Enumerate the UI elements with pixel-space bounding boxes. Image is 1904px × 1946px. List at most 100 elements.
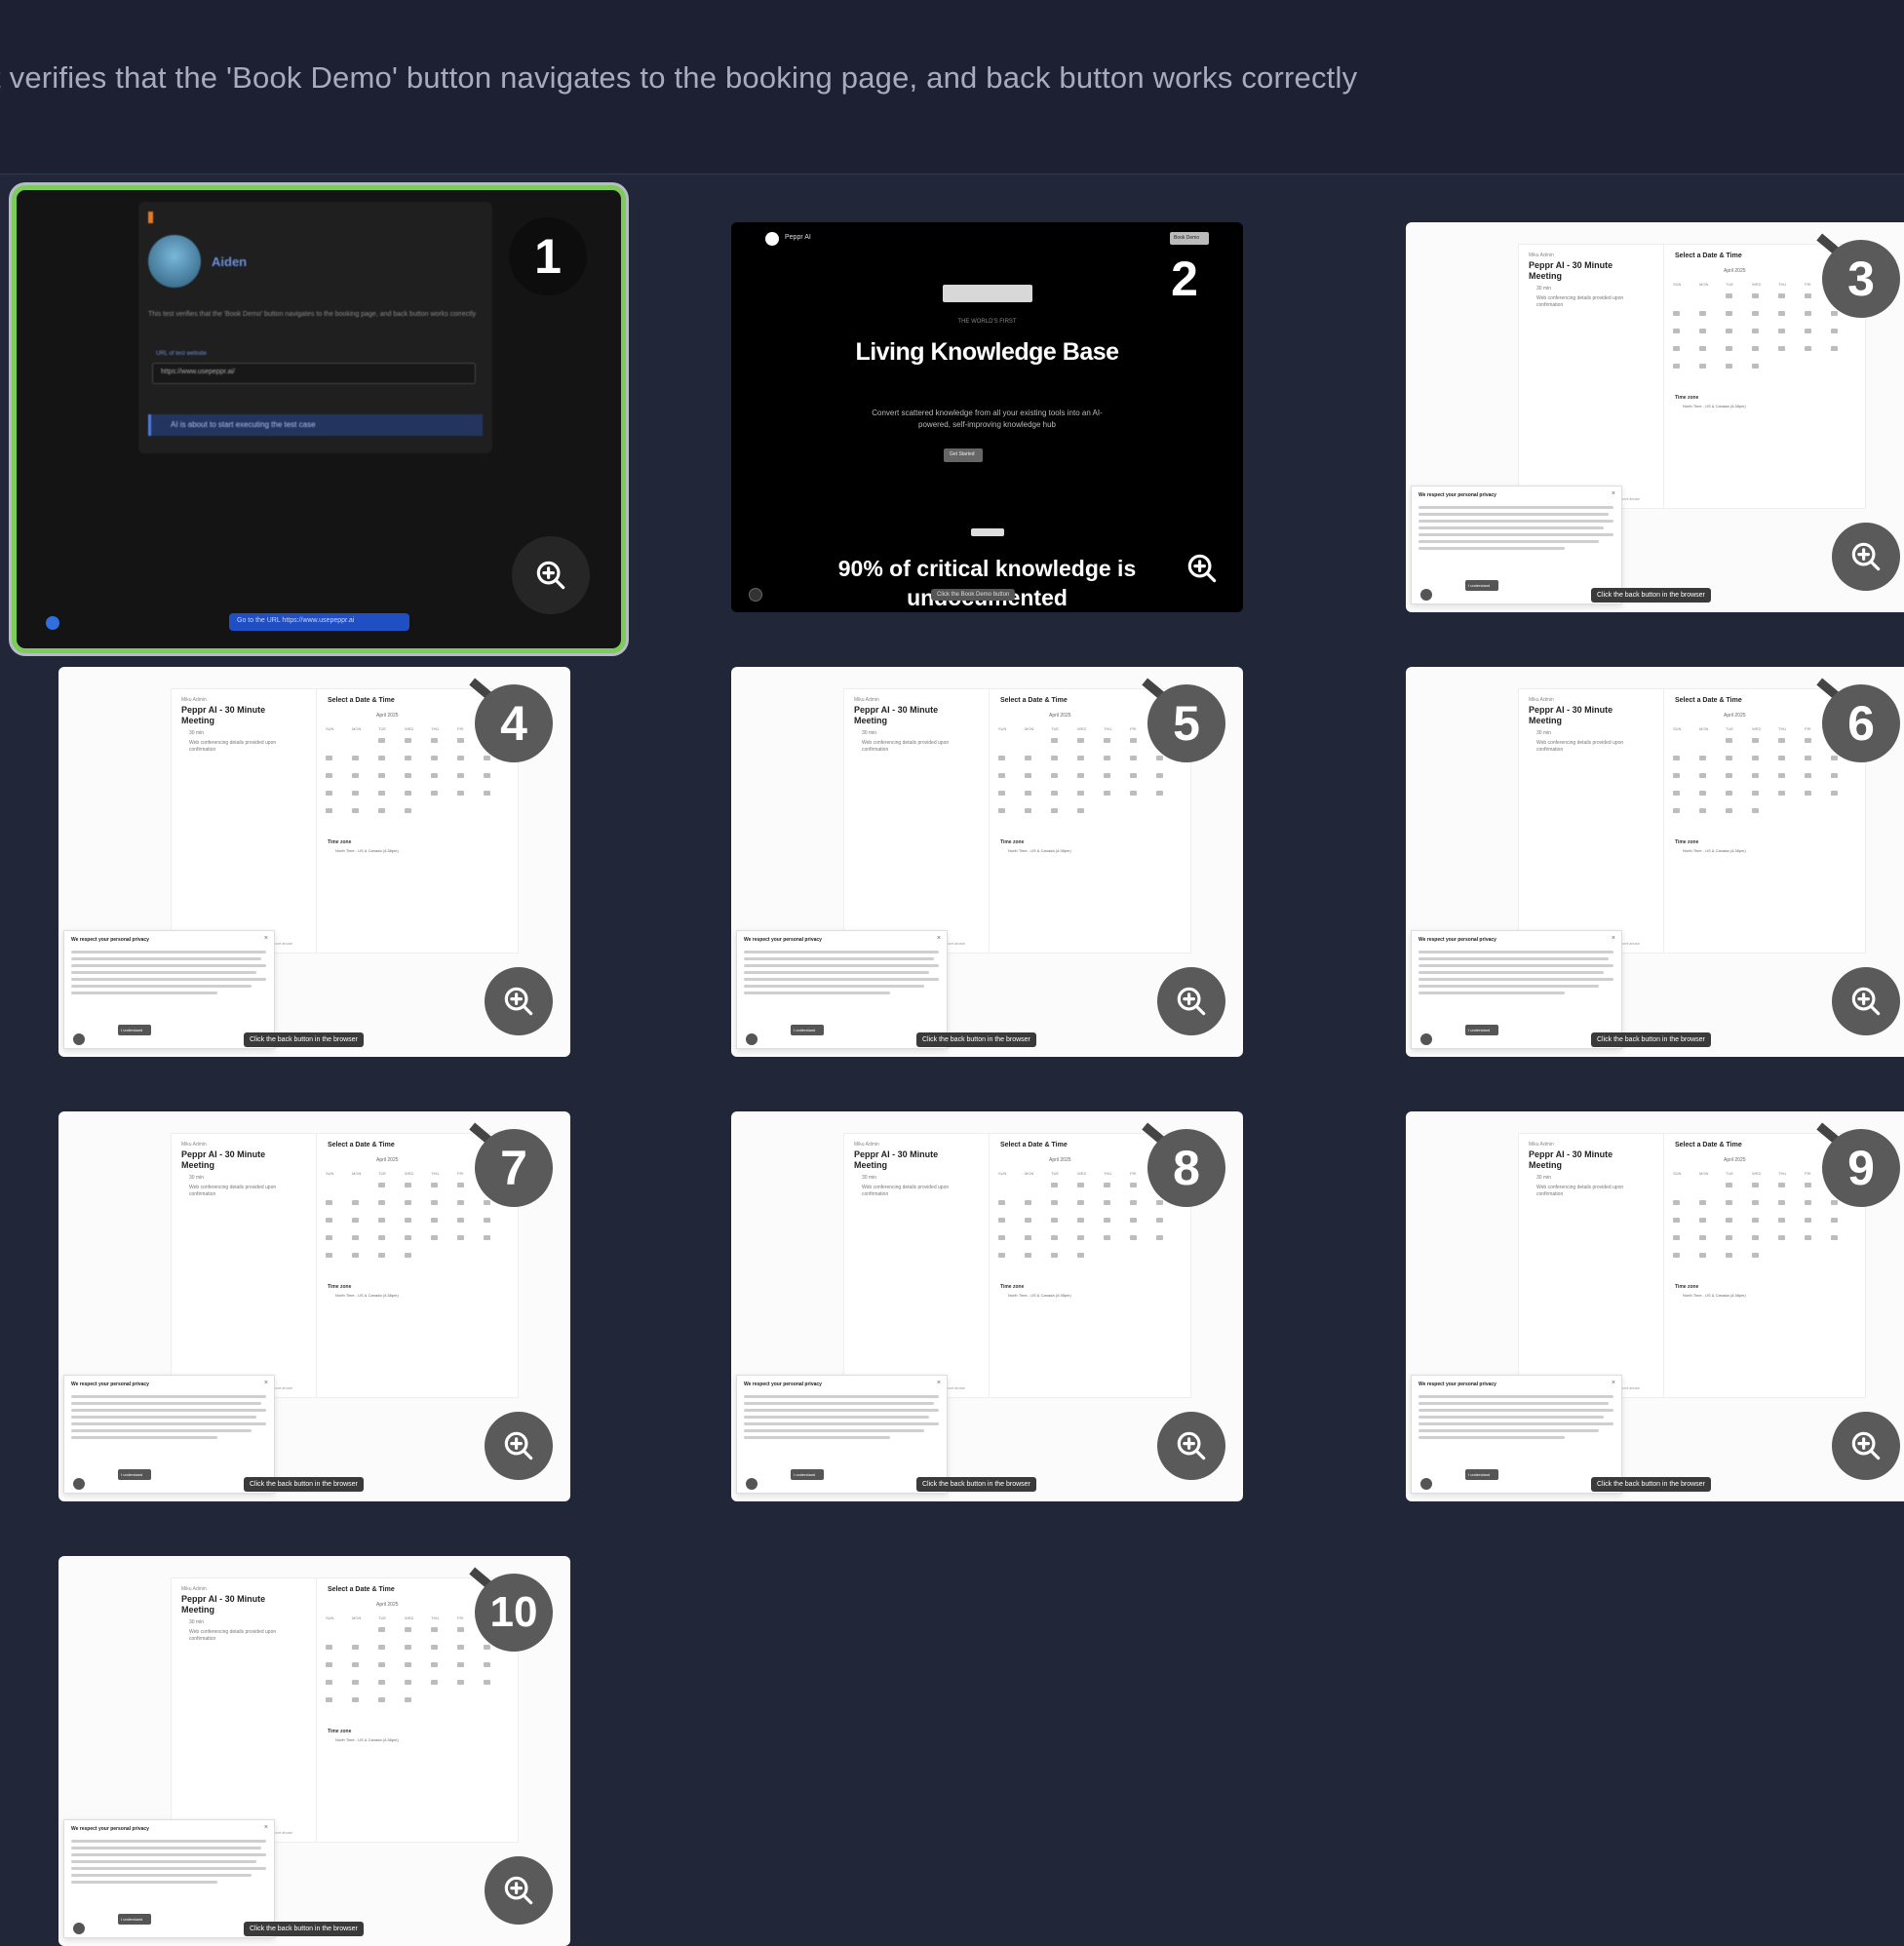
cookie-understand-button[interactable]: I understand bbox=[791, 1469, 824, 1480]
calendar-day[interactable] bbox=[1831, 773, 1838, 778]
calendar-day[interactable] bbox=[1805, 756, 1811, 760]
calendar-day[interactable] bbox=[1077, 791, 1084, 796]
calendar-day[interactable] bbox=[378, 1218, 385, 1223]
calendar-day[interactable] bbox=[1778, 791, 1785, 796]
calendar-day[interactable] bbox=[352, 1697, 359, 1702]
calendar-day[interactable] bbox=[1805, 329, 1811, 333]
calendar-day[interactable] bbox=[1156, 1200, 1163, 1205]
calendar-day[interactable] bbox=[1831, 1218, 1838, 1223]
calendar-day[interactable] bbox=[1104, 1218, 1110, 1223]
calendar-day[interactable] bbox=[457, 1183, 464, 1187]
timezone-value[interactable]: North Time - US & Canada (4:38pm) bbox=[1683, 1293, 1746, 1298]
calendar-day[interactable] bbox=[1805, 346, 1811, 351]
calendar-day[interactable] bbox=[1156, 791, 1163, 796]
calendar-day[interactable] bbox=[1752, 808, 1759, 813]
calendar-day[interactable] bbox=[405, 1662, 411, 1667]
zoom-icon[interactable] bbox=[485, 1412, 553, 1480]
calendar-day[interactable] bbox=[326, 1235, 332, 1240]
calendar-day[interactable] bbox=[457, 756, 464, 760]
calendar-day[interactable] bbox=[1077, 773, 1084, 778]
cookie-understand-button[interactable]: I understand bbox=[1465, 580, 1498, 591]
calendar-day[interactable] bbox=[1673, 773, 1680, 778]
calendar-day[interactable] bbox=[1025, 791, 1031, 796]
calendar-day[interactable] bbox=[326, 791, 332, 796]
calendar-day[interactable] bbox=[1699, 346, 1706, 351]
calendar-day[interactable] bbox=[1051, 1218, 1058, 1223]
close-icon[interactable]: × bbox=[1612, 935, 1615, 942]
calendar-day[interactable] bbox=[431, 1645, 438, 1650]
calendar-day[interactable] bbox=[1077, 1253, 1084, 1258]
calendar-day[interactable] bbox=[431, 738, 438, 743]
calendar-day[interactable] bbox=[1699, 756, 1706, 760]
zoom-icon[interactable] bbox=[485, 967, 553, 1035]
calendar-day[interactable] bbox=[1699, 791, 1706, 796]
calendar-day[interactable] bbox=[484, 756, 490, 760]
calendar-day[interactable] bbox=[1831, 346, 1838, 351]
calendar-day[interactable] bbox=[1051, 791, 1058, 796]
calendar-day[interactable] bbox=[378, 1662, 385, 1667]
calendar-day[interactable] bbox=[1699, 1200, 1706, 1205]
calendar-day[interactable] bbox=[1726, 1200, 1732, 1205]
calendar-day[interactable] bbox=[1673, 364, 1680, 369]
calendar-day[interactable] bbox=[405, 738, 411, 743]
calendar-day[interactable] bbox=[1051, 738, 1058, 743]
zoom-icon[interactable] bbox=[1832, 523, 1900, 591]
calendar-day[interactable] bbox=[431, 1680, 438, 1685]
calendar-day[interactable] bbox=[352, 756, 359, 760]
calendar-day[interactable] bbox=[1805, 1218, 1811, 1223]
zoom-icon[interactable] bbox=[1832, 1412, 1900, 1480]
calendar-day[interactable] bbox=[484, 1218, 490, 1223]
calendar-day[interactable] bbox=[1025, 1200, 1031, 1205]
calendar-day[interactable] bbox=[1104, 1235, 1110, 1240]
calendar-day[interactable] bbox=[457, 1645, 464, 1650]
zoom-icon[interactable] bbox=[485, 1856, 553, 1925]
help-icon[interactable] bbox=[46, 616, 59, 630]
calendar-day[interactable] bbox=[405, 791, 411, 796]
calendar-day[interactable] bbox=[1726, 756, 1732, 760]
close-icon[interactable]: × bbox=[937, 1380, 941, 1386]
step-card-3[interactable]: Miku Admin Peppr AI - 30 Minute Meeting … bbox=[1406, 222, 1904, 612]
calendar-day[interactable] bbox=[1752, 756, 1759, 760]
calendar-day[interactable] bbox=[1077, 808, 1084, 813]
calendar-day[interactable] bbox=[1778, 756, 1785, 760]
calendar-day[interactable] bbox=[1104, 738, 1110, 743]
calendar-day[interactable] bbox=[378, 1253, 385, 1258]
calendar-day[interactable] bbox=[457, 1627, 464, 1632]
calendar-day[interactable] bbox=[1726, 311, 1732, 316]
calendar-day[interactable] bbox=[431, 756, 438, 760]
calendar-day[interactable] bbox=[378, 1235, 385, 1240]
calendar-day[interactable] bbox=[1673, 1253, 1680, 1258]
calendar-day[interactable] bbox=[1778, 773, 1785, 778]
calendar-day[interactable] bbox=[1752, 346, 1759, 351]
step-card-6[interactable]: Miku Admin Peppr AI - 30 Minute Meeting … bbox=[1406, 667, 1904, 1057]
calendar-grid[interactable] bbox=[998, 1183, 1179, 1270]
calendar-day[interactable] bbox=[1831, 1200, 1838, 1205]
calendar-day[interactable] bbox=[1051, 773, 1058, 778]
calendar-day[interactable] bbox=[405, 756, 411, 760]
url-field[interactable]: https://www.usepeppr.ai/ bbox=[152, 363, 476, 384]
calendar-day[interactable] bbox=[1104, 756, 1110, 760]
timezone-value[interactable]: North Time - US & Canada (4:38pm) bbox=[1683, 404, 1746, 409]
calendar-day[interactable] bbox=[1805, 773, 1811, 778]
calendar-day[interactable] bbox=[431, 1662, 438, 1667]
calendar-day[interactable] bbox=[431, 1200, 438, 1205]
calendar-day[interactable] bbox=[457, 1680, 464, 1685]
calendar-grid[interactable] bbox=[1673, 1183, 1853, 1270]
calendar-day[interactable] bbox=[378, 1183, 385, 1187]
calendar-day[interactable] bbox=[1051, 808, 1058, 813]
calendar-grid[interactable] bbox=[326, 1183, 506, 1270]
calendar-day[interactable] bbox=[1699, 329, 1706, 333]
calendar-day[interactable] bbox=[378, 791, 385, 796]
calendar-day[interactable] bbox=[326, 756, 332, 760]
calendar-day[interactable] bbox=[1104, 773, 1110, 778]
calendar-day[interactable] bbox=[484, 1235, 490, 1240]
calendar-day[interactable] bbox=[998, 1218, 1005, 1223]
calendar-day[interactable] bbox=[1077, 1218, 1084, 1223]
calendar-day[interactable] bbox=[1673, 808, 1680, 813]
calendar-day[interactable] bbox=[998, 1200, 1005, 1205]
calendar-day[interactable] bbox=[1025, 756, 1031, 760]
calendar-day[interactable] bbox=[1104, 1183, 1110, 1187]
calendar-day[interactable] bbox=[998, 773, 1005, 778]
calendar-day[interactable] bbox=[352, 1662, 359, 1667]
calendar-day[interactable] bbox=[1673, 791, 1680, 796]
